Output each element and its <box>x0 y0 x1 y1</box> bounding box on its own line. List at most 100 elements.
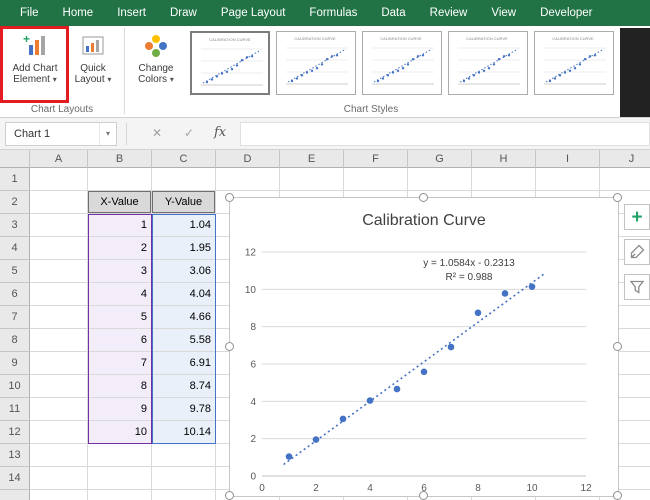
cell-C11[interactable]: 9.78 <box>152 398 216 421</box>
row-header-1[interactable]: 1 <box>0 168 30 191</box>
enter-icon[interactable]: ✓ <box>184 126 194 140</box>
column-header-B[interactable]: B <box>88 150 152 168</box>
chart-style-thumbnail-1[interactable]: CALIBRATION CURVE <box>190 31 270 95</box>
column-header-I[interactable]: I <box>536 150 600 168</box>
chart-style-thumbnail-5[interactable]: CALIBRATION CURVE <box>534 31 614 95</box>
cell-A14[interactable] <box>30 467 88 490</box>
name-box-dropdown-icon[interactable]: ▾ <box>99 123 116 145</box>
chart-resize-handle[interactable] <box>225 342 234 351</box>
cell-C9[interactable]: 6.91 <box>152 352 216 375</box>
cell-A7[interactable] <box>30 306 88 329</box>
ribbon-tab-data[interactable]: Data <box>369 0 417 26</box>
cell-C12[interactable]: 10.14 <box>152 421 216 444</box>
ribbon-tab-home[interactable]: Home <box>51 0 106 26</box>
cell-C10[interactable]: 8.74 <box>152 375 216 398</box>
cell-C1[interactable] <box>152 168 216 191</box>
cell-A3[interactable] <box>30 214 88 237</box>
chart-resize-handle[interactable] <box>225 491 234 500</box>
column-header-C[interactable]: C <box>152 150 216 168</box>
row-header-8[interactable]: 8 <box>0 329 30 352</box>
cell-B1[interactable] <box>88 168 152 191</box>
cell-B6[interactable]: 4 <box>88 283 152 306</box>
cell-B5[interactable]: 3 <box>88 260 152 283</box>
chart-style-thumbnail-3[interactable]: CALIBRATION CURVE <box>362 31 442 95</box>
column-header-H[interactable]: H <box>472 150 536 168</box>
row-header-4[interactable]: 4 <box>0 237 30 260</box>
cell-B15[interactable] <box>88 490 152 500</box>
chart-resize-handle[interactable] <box>419 491 428 500</box>
cell-A8[interactable] <box>30 329 88 352</box>
chart-resize-handle[interactable] <box>613 491 622 500</box>
cell-C6[interactable]: 4.04 <box>152 283 216 306</box>
cell-B10[interactable]: 8 <box>88 375 152 398</box>
column-header-E[interactable]: E <box>280 150 344 168</box>
chart-title[interactable]: Calibration Curve <box>230 212 618 230</box>
cell-B9[interactable]: 7 <box>88 352 152 375</box>
ribbon-tab-page-layout[interactable]: Page Layout <box>209 0 298 26</box>
cell-B8[interactable]: 6 <box>88 329 152 352</box>
cell-G1[interactable] <box>408 168 472 191</box>
cell-A9[interactable] <box>30 352 88 375</box>
cell-B7[interactable]: 5 <box>88 306 152 329</box>
cell-A13[interactable] <box>30 444 88 467</box>
ribbon-tab-insert[interactable]: Insert <box>105 0 158 26</box>
column-header-D[interactable]: D <box>216 150 280 168</box>
cell-H1[interactable] <box>472 168 536 191</box>
cell-C14[interactable] <box>152 467 216 490</box>
cell-A4[interactable] <box>30 237 88 260</box>
cell-A6[interactable] <box>30 283 88 306</box>
row-header-5[interactable]: 5 <box>0 260 30 283</box>
change-colors-button[interactable]: Change Colors ▾ <box>128 30 184 100</box>
column-header-F[interactable]: F <box>344 150 408 168</box>
column-header-G[interactable]: G <box>408 150 472 168</box>
row-header-13[interactable]: 13 <box>0 444 30 467</box>
cell-E1[interactable] <box>280 168 344 191</box>
row-header-15[interactable] <box>0 490 30 500</box>
cell-C7[interactable]: 4.66 <box>152 306 216 329</box>
ribbon-tab-file[interactable]: File <box>8 0 51 26</box>
chart-resize-handle[interactable] <box>419 193 428 202</box>
cell-B12[interactable]: 10 <box>88 421 152 444</box>
chart-resize-handle[interactable] <box>225 193 234 202</box>
cell-D1[interactable] <box>216 168 280 191</box>
cell-A15[interactable] <box>30 490 88 500</box>
select-all-corner[interactable] <box>0 150 30 168</box>
ribbon-tab-review[interactable]: Review <box>418 0 480 26</box>
cell-C8[interactable]: 5.58 <box>152 329 216 352</box>
cell-J1[interactable] <box>600 168 650 191</box>
chart-elements-button[interactable]: + <box>624 204 650 230</box>
cell-C5[interactable]: 3.06 <box>152 260 216 283</box>
cell-F1[interactable] <box>344 168 408 191</box>
cell-A5[interactable] <box>30 260 88 283</box>
chart-filters-button[interactable] <box>624 274 650 300</box>
cell-A10[interactable] <box>30 375 88 398</box>
cell-A1[interactable] <box>30 168 88 191</box>
chart-resize-handle[interactable] <box>613 342 622 351</box>
cell-A2[interactable] <box>30 191 88 214</box>
row-header-12[interactable]: 12 <box>0 421 30 444</box>
cell-A11[interactable] <box>30 398 88 421</box>
cell-C4[interactable]: 1.95 <box>152 237 216 260</box>
cell-B2[interactable]: X-Value <box>88 191 152 214</box>
column-header-J[interactable]: J <box>600 150 650 168</box>
cell-B4[interactable]: 2 <box>88 237 152 260</box>
name-box[interactable]: Chart 1 ▾ <box>5 122 117 146</box>
chart-style-thumbnail-2[interactable]: CALIBRATION CURVE <box>276 31 356 95</box>
cell-I1[interactable] <box>536 168 600 191</box>
chart-object[interactable]: Calibration Curve 024681012024681012y = … <box>229 197 619 497</box>
row-header-10[interactable]: 10 <box>0 375 30 398</box>
cell-C13[interactable] <box>152 444 216 467</box>
cell-B3[interactable]: 1 <box>88 214 152 237</box>
cell-A12[interactable] <box>30 421 88 444</box>
cell-C15[interactable] <box>152 490 216 500</box>
row-header-9[interactable]: 9 <box>0 352 30 375</box>
cell-B13[interactable] <box>88 444 152 467</box>
add-chart-element-button[interactable]: + Add Chart Element ▾ <box>5 30 65 100</box>
insert-function-icon[interactable]: fx <box>214 125 226 140</box>
row-header-3[interactable]: 3 <box>0 214 30 237</box>
formula-input[interactable] <box>240 122 650 146</box>
chart-plot[interactable]: 024681012024681012y = 1.0584x - 0.2313R²… <box>236 236 612 498</box>
cell-B14[interactable] <box>88 467 152 490</box>
row-header-6[interactable]: 6 <box>0 283 30 306</box>
chart-style-thumbnail-4[interactable]: CALIBRATION CURVE <box>448 31 528 95</box>
